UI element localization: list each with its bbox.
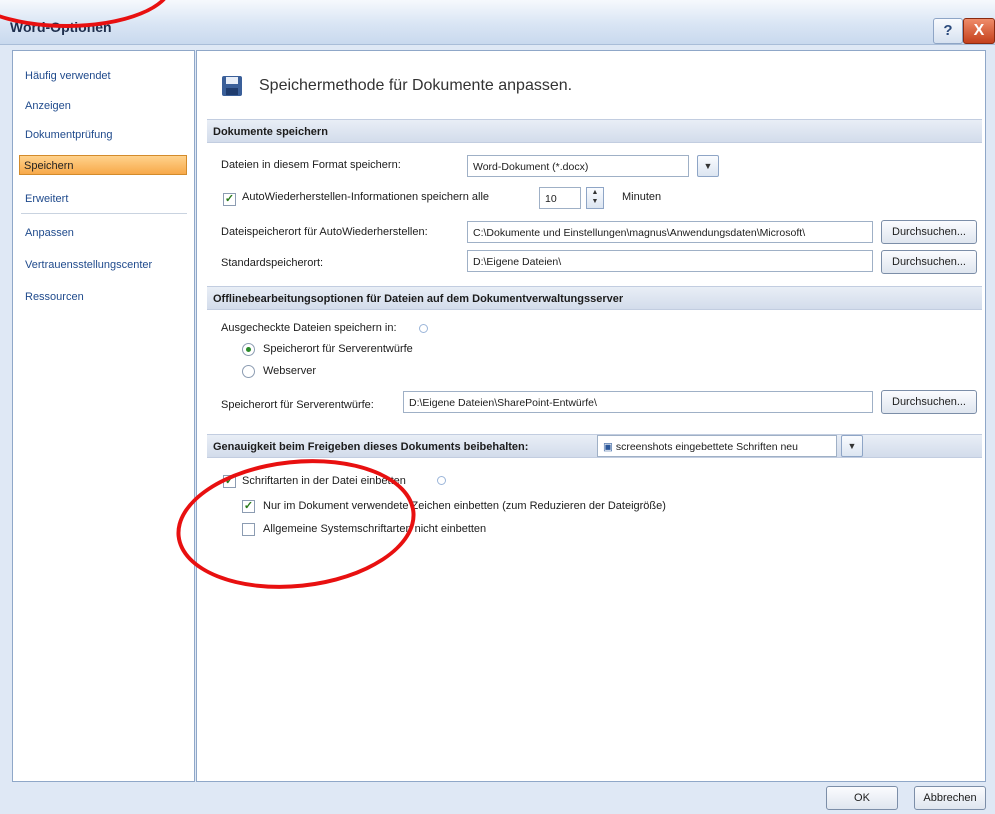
- autorecover-minutes-input[interactable]: 10: [539, 187, 581, 209]
- embed-used-chars-label: Nur im Dokument verwendete Zeichen einbe…: [263, 500, 666, 512]
- chevron-down-icon[interactable]: ▼: [841, 435, 863, 457]
- browse-default-button[interactable]: Durchsuchen...: [881, 250, 977, 274]
- no-system-fonts-label: Allgemeine Systemschriftarten nicht einb…: [263, 523, 487, 535]
- sidebar-item-dokumentpruefung[interactable]: Dokumentprüfung: [21, 125, 187, 145]
- sidebar-item-anzeigen[interactable]: Anzeigen: [21, 96, 187, 116]
- server-drafts-path-label: Speicherort für Serverentwürfe:: [221, 399, 374, 411]
- chevron-down-icon[interactable]: ▼: [697, 155, 719, 177]
- sidebar-item-erweitert[interactable]: Erweitert: [21, 189, 187, 209]
- info-icon: [437, 476, 446, 485]
- section-header-offline: Offlinebearbeitungsoptionen für Dateien …: [207, 286, 982, 310]
- autorecover-path-label: Dateispeicherort für AutoWiederherstelle…: [221, 226, 428, 238]
- sidebar-item-haeufig-verwendet[interactable]: Häufig verwendet: [21, 66, 187, 86]
- no-system-fonts-checkbox[interactable]: [242, 523, 255, 536]
- ok-button[interactable]: OK: [826, 786, 898, 810]
- sidebar-divider: [21, 213, 187, 214]
- format-select[interactable]: Word-Dokument (*.docx): [467, 155, 689, 177]
- browse-server-drafts-button[interactable]: Durchsuchen...: [881, 390, 977, 414]
- autorecover-path-input[interactable]: C:\Dokumente und Einstellungen\magnus\An…: [467, 221, 873, 243]
- sidebar-item-ressourcen[interactable]: Ressourcen: [21, 287, 187, 307]
- sidebar-item-vertrauensstellungscenter[interactable]: Vertrauensstellungscenter: [21, 255, 187, 275]
- sidebar-item-anpassen[interactable]: Anpassen: [21, 223, 187, 243]
- radio-webserver-label: Webserver: [263, 365, 316, 377]
- options-panel: Speichermethode für Dokumente anpassen. …: [196, 50, 986, 782]
- close-button[interactable]: X: [963, 18, 995, 44]
- section-header-fidelity: Genauigkeit beim Freigeben dieses Dokume…: [207, 434, 982, 458]
- options-sidebar: Häufig verwendet Anzeigen Dokumentprüfun…: [12, 50, 195, 782]
- checkout-label: Ausgecheckte Dateien speichern in:: [221, 322, 397, 334]
- cancel-button[interactable]: Abbrechen: [914, 786, 986, 810]
- sidebar-item-speichern[interactable]: Speichern: [19, 155, 187, 175]
- fidelity-document-select[interactable]: ▣ screenshots eingebettete Schriften neu: [597, 435, 837, 457]
- info-icon: [419, 324, 428, 333]
- default-path-label: Standardspeicherort:: [221, 257, 324, 269]
- word-options-dialog: Word-Optionen ? X Häufig verwendet Anzei…: [0, 0, 995, 814]
- autorecover-label: AutoWiederherstellen-Informationen speic…: [242, 191, 490, 203]
- radio-server-drafts[interactable]: [242, 343, 255, 356]
- document-icon: ▣: [603, 441, 616, 453]
- fidelity-document-value: screenshots eingebettete Schriften neu: [615, 441, 798, 453]
- autorecover-checkbox[interactable]: ✓: [223, 193, 236, 206]
- default-path-input[interactable]: D:\Eigene Dateien\: [467, 250, 873, 272]
- help-button[interactable]: ?: [933, 18, 963, 44]
- embed-fonts-label: Schriftarten in der Datei einbetten: [242, 475, 406, 487]
- format-label: Dateien in diesem Format speichern:: [221, 159, 401, 171]
- window-title: Word-Optionen: [10, 19, 112, 35]
- page-title: Speichermethode für Dokumente anpassen.: [259, 77, 573, 94]
- radio-server-drafts-label: Speicherort für Serverentwürfe: [263, 343, 413, 355]
- title-bar[interactable]: Word-Optionen ? X: [0, 0, 995, 45]
- radio-webserver[interactable]: [242, 365, 255, 378]
- save-icon: [222, 76, 242, 96]
- embed-used-chars-checkbox[interactable]: ✓: [242, 500, 255, 513]
- minutes-spinner[interactable]: ▲ ▼: [586, 187, 604, 209]
- section-header-save: Dokumente speichern: [207, 119, 982, 143]
- minutes-label: Minuten: [622, 191, 662, 203]
- browse-autorecover-button[interactable]: Durchsuchen...: [881, 220, 977, 244]
- embed-fonts-checkbox[interactable]: ✓: [223, 475, 236, 488]
- server-drafts-path-input[interactable]: D:\Eigene Dateien\SharePoint-Entwürfe\: [403, 391, 873, 413]
